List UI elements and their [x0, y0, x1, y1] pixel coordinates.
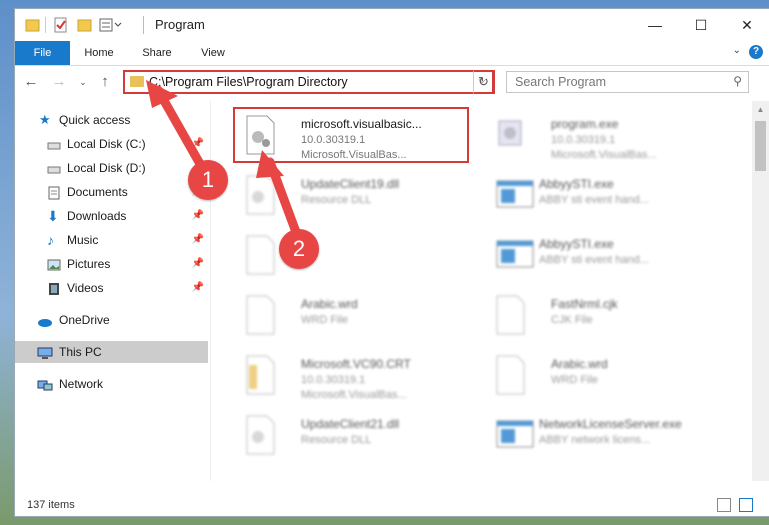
callout-badge-2: 2: [279, 229, 319, 269]
callout-arrows: [146, 80, 301, 237]
callout-badge-1: 1: [188, 160, 228, 200]
